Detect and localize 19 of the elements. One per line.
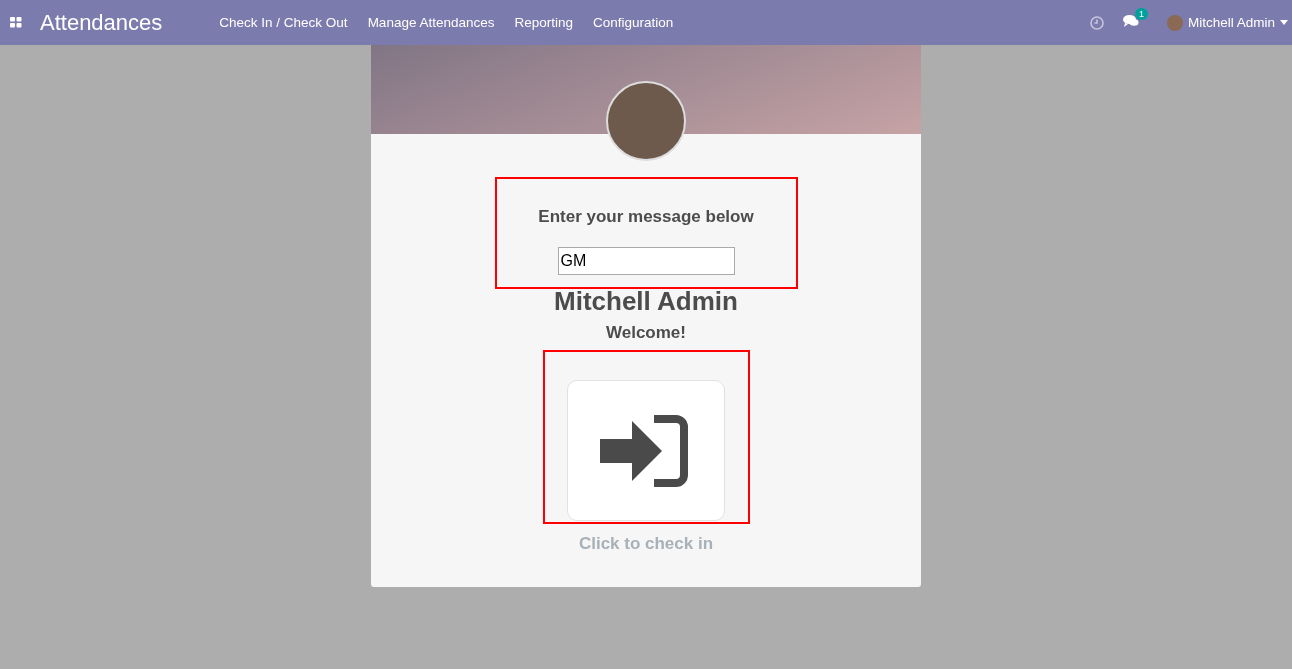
menu-item[interactable]: Configuration [593,15,674,30]
caret-icon [1280,20,1288,25]
menu-item[interactable]: Reporting [514,15,574,30]
menu-item[interactable]: Manage Attendances [367,15,495,30]
message-count-badge: 1 [1134,7,1148,20]
menu-item[interactable]: Check In / Check Out [219,15,348,30]
user-name: Mitchell Admin [1187,15,1275,30]
message-input[interactable]: GM [557,247,735,275]
chat-icon[interactable] [1122,13,1139,28]
clock-icon[interactable] [1089,15,1104,30]
user-avatar [1166,14,1183,31]
employee-name: Mitchell Admin [554,287,738,315]
welcome-text: Welcome! [606,323,686,343]
check-in-caption: Click to check in [578,534,714,554]
message-prompt: Enter your message below [538,207,754,227]
app-title: Attendances [40,9,163,36]
user-menu[interactable]: Mitchell Admin [1166,14,1288,31]
check-in-button[interactable] [567,380,725,521]
apps-grid-icon[interactable] [10,17,22,28]
